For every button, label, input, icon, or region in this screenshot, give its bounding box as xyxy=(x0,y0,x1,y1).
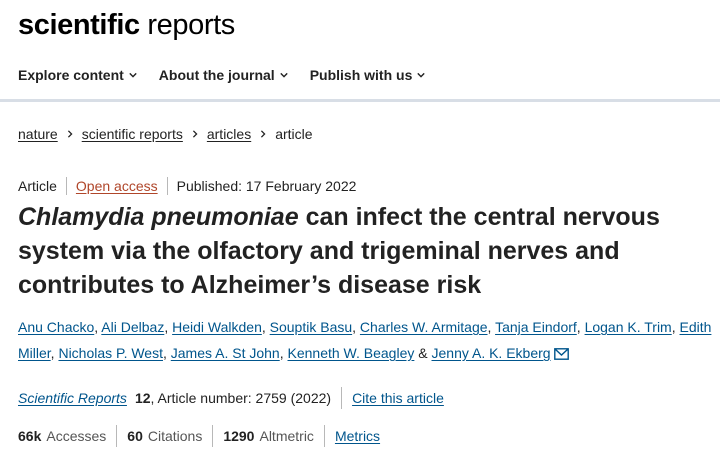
breadcrumb-articles[interactable]: articles xyxy=(207,126,251,142)
article-type: Article xyxy=(18,178,57,194)
author-conjunction: & xyxy=(418,345,428,361)
author-link[interactable]: Charles W. Armitage xyxy=(360,319,488,335)
citations-count: 60 xyxy=(127,428,143,444)
nav-explore-content[interactable]: Explore content xyxy=(18,67,137,83)
divider xyxy=(323,425,325,447)
journal-volume: 12 xyxy=(134,390,151,406)
accesses-label: Accesses xyxy=(46,428,107,444)
article-meta: Article Open access Published: 17 Februa… xyxy=(18,177,356,195)
chevron-down-icon xyxy=(129,72,137,78)
author-link[interactable]: Ali Delbaz xyxy=(101,319,164,335)
cite-article-link[interactable]: Cite this article xyxy=(352,390,444,406)
masthead: scientific reports xyxy=(0,0,720,50)
metrics-link[interactable]: Metrics xyxy=(335,428,380,444)
accesses-count: 66k xyxy=(18,428,42,444)
author-link[interactable]: Anu Chacko xyxy=(18,319,94,335)
chevron-right-icon xyxy=(192,130,198,138)
breadcrumb-current: article xyxy=(275,126,313,142)
author-link[interactable]: Tanja Eindorf xyxy=(495,319,577,335)
author-link[interactable]: Heidi Walkden xyxy=(172,319,262,335)
article-title: Chlamydia pneumoniae can infect the cent… xyxy=(18,203,660,299)
author-link[interactable]: James A. St John xyxy=(171,345,280,361)
breadcrumb-scientific-reports[interactable]: scientific reports xyxy=(82,126,183,142)
article-number: , Article number: 2759 (2022) xyxy=(150,390,332,406)
published-date: Published: 17 February 2022 xyxy=(176,178,357,194)
breadcrumb-nature[interactable]: nature xyxy=(18,126,58,142)
altmetric-score: 1290 xyxy=(223,428,255,444)
divider xyxy=(212,425,214,447)
divider xyxy=(341,387,343,409)
author-list: Anu Chacko, Ali Delbaz, Heidi Walkden, S… xyxy=(18,319,712,361)
metrics-line: 66k Accesses 60 Citations 1290 Altmetric… xyxy=(18,425,380,447)
author-link[interactable]: Logan K. Trim xyxy=(585,319,672,335)
divider xyxy=(116,425,118,447)
citations-label: Citations xyxy=(147,428,203,444)
chevron-down-icon xyxy=(279,72,288,78)
divider xyxy=(166,177,168,195)
author-link[interactable]: Nicholas P. West xyxy=(58,345,163,361)
mail-icon[interactable] xyxy=(553,348,569,360)
nav-publish-with-us[interactable]: Publish with us xyxy=(310,67,426,83)
divider xyxy=(65,177,67,195)
citation-line: Scientific Reports 12 , Article number: … xyxy=(18,387,444,409)
author-link[interactable]: Kenneth W. Beagley xyxy=(288,345,415,361)
author-link[interactable]: Jenny A. K. Ekberg xyxy=(432,345,551,361)
journal-logo[interactable]: scientific reports xyxy=(18,10,235,40)
nav-about-journal[interactable]: About the journal xyxy=(159,67,288,83)
open-access-link[interactable]: Open access xyxy=(76,178,158,194)
breadcrumb: nature scientific reports articles artic… xyxy=(18,126,313,142)
chevron-right-icon xyxy=(67,130,73,138)
altmetric-label: Altmetric xyxy=(259,428,314,444)
chevron-right-icon xyxy=(261,130,266,138)
chevron-down-icon xyxy=(417,72,426,78)
journal-name-link[interactable]: Scientific Reports xyxy=(18,390,127,406)
main-nav: Explore content About the journal Publis… xyxy=(0,50,720,102)
author-link[interactable]: Souptik Basu xyxy=(270,319,353,335)
